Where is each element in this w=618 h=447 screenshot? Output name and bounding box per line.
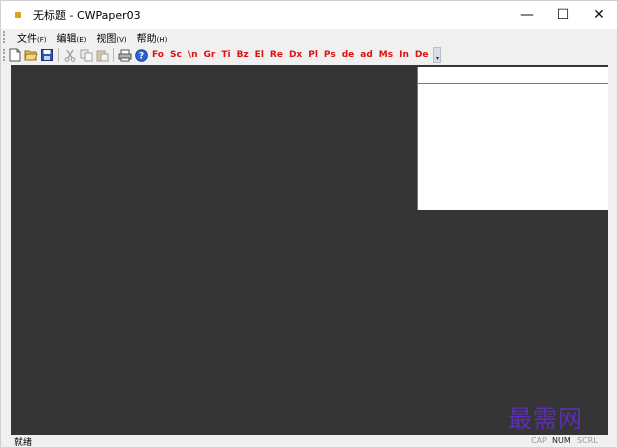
menu-help-label: 帮助	[136, 33, 157, 45]
save-icon[interactable]	[40, 47, 54, 63]
status-bar: 就绪 CAP NUM SCRL	[1, 435, 617, 447]
app-icon[interactable]	[15, 12, 21, 18]
help-icon[interactable]: ?	[134, 47, 148, 63]
copy-icon[interactable]	[79, 47, 93, 63]
toolbar-btn-de[interactable]: de	[339, 47, 358, 63]
toolbar-btn-el[interactable]: El	[252, 47, 267, 63]
window-title: 无标题 - CWPaper03	[33, 9, 141, 22]
toolbar-btn-ad[interactable]: ad	[357, 47, 376, 63]
side-panel-input[interactable]	[418, 67, 608, 84]
watermark-logo: 最需网	[508, 405, 583, 433]
menu-edit-label: 编辑	[56, 33, 77, 45]
menu-view[interactable]: 视图(V)	[96, 30, 126, 45]
menu-view-label: 视图	[96, 33, 117, 45]
status-scrl-indicator: SCRL	[577, 436, 598, 445]
toolbar-btn-sc[interactable]: Sc	[167, 47, 185, 63]
menu-help[interactable]: 帮助(H)	[137, 30, 168, 45]
menu-help-accel: (H)	[156, 35, 168, 44]
window-controls: — ☐ ✕	[509, 1, 617, 29]
maximize-button[interactable]: ☐	[545, 1, 581, 29]
status-text: 就绪	[14, 438, 33, 447]
close-button[interactable]: ✕	[581, 1, 617, 29]
toolbar-overflow-chevron-icon[interactable]: ▾	[433, 47, 442, 63]
menu-view-accel: (V)	[116, 35, 127, 44]
new-file-icon[interactable]	[8, 47, 22, 63]
menu-edit[interactable]: 编辑(E)	[57, 30, 87, 45]
toolbar: ? Fo Sc \n Gr Ti Bz El Re Dx Pl Ps de ad…	[1, 45, 617, 65]
cut-icon[interactable]	[63, 47, 77, 63]
toolbar-btn-ti[interactable]: Ti	[218, 47, 233, 63]
menu-file-label: 文件	[17, 33, 37, 45]
toolbar-separator	[113, 48, 114, 62]
toolbar-btn-dx[interactable]: Dx	[286, 47, 305, 63]
status-num-indicator: NUM	[552, 436, 571, 445]
paste-icon[interactable]	[95, 47, 109, 63]
toolbar-btn-pl[interactable]: Pl	[305, 47, 321, 63]
toolbar-btn-newline[interactable]: \n	[185, 47, 201, 63]
toolbar-btn-in[interactable]: In	[396, 47, 412, 63]
title-bar[interactable]: 无标题 - CWPaper03 — ☐ ✕	[1, 1, 617, 29]
menu-grip[interactable]	[3, 31, 7, 43]
side-panel	[417, 67, 608, 210]
open-folder-icon[interactable]	[24, 47, 38, 63]
status-cap-indicator: CAP	[531, 436, 547, 445]
print-icon[interactable]	[118, 47, 132, 63]
app-window: 无标题 - CWPaper03 — ☐ ✕ 文件(F) 编辑(E) 视图(V) …	[0, 0, 618, 447]
minimize-button[interactable]: —	[509, 1, 545, 29]
toolbar-btn-re[interactable]: Re	[267, 47, 286, 63]
toolbar-btn-ps[interactable]: Ps	[321, 47, 339, 63]
menu-edit-accel: (E)	[76, 35, 87, 44]
toolbar-separator	[58, 48, 59, 62]
toolbar-btn-de-2[interactable]: De	[412, 47, 432, 63]
menu-file[interactable]: 文件(F)	[17, 30, 47, 45]
menu-bar: 文件(F) 编辑(E) 视图(V) 帮助(H)	[1, 29, 617, 45]
toolbar-btn-ms[interactable]: Ms	[376, 47, 396, 63]
toolbar-btn-fo[interactable]: Fo	[149, 47, 167, 63]
menu-file-accel: (F)	[37, 35, 47, 44]
toolbar-btn-gr[interactable]: Gr	[201, 47, 219, 63]
toolbar-btn-bz[interactable]: Bz	[234, 47, 252, 63]
svg-text:?: ?	[138, 51, 143, 61]
toolbar-grip[interactable]	[3, 49, 7, 61]
